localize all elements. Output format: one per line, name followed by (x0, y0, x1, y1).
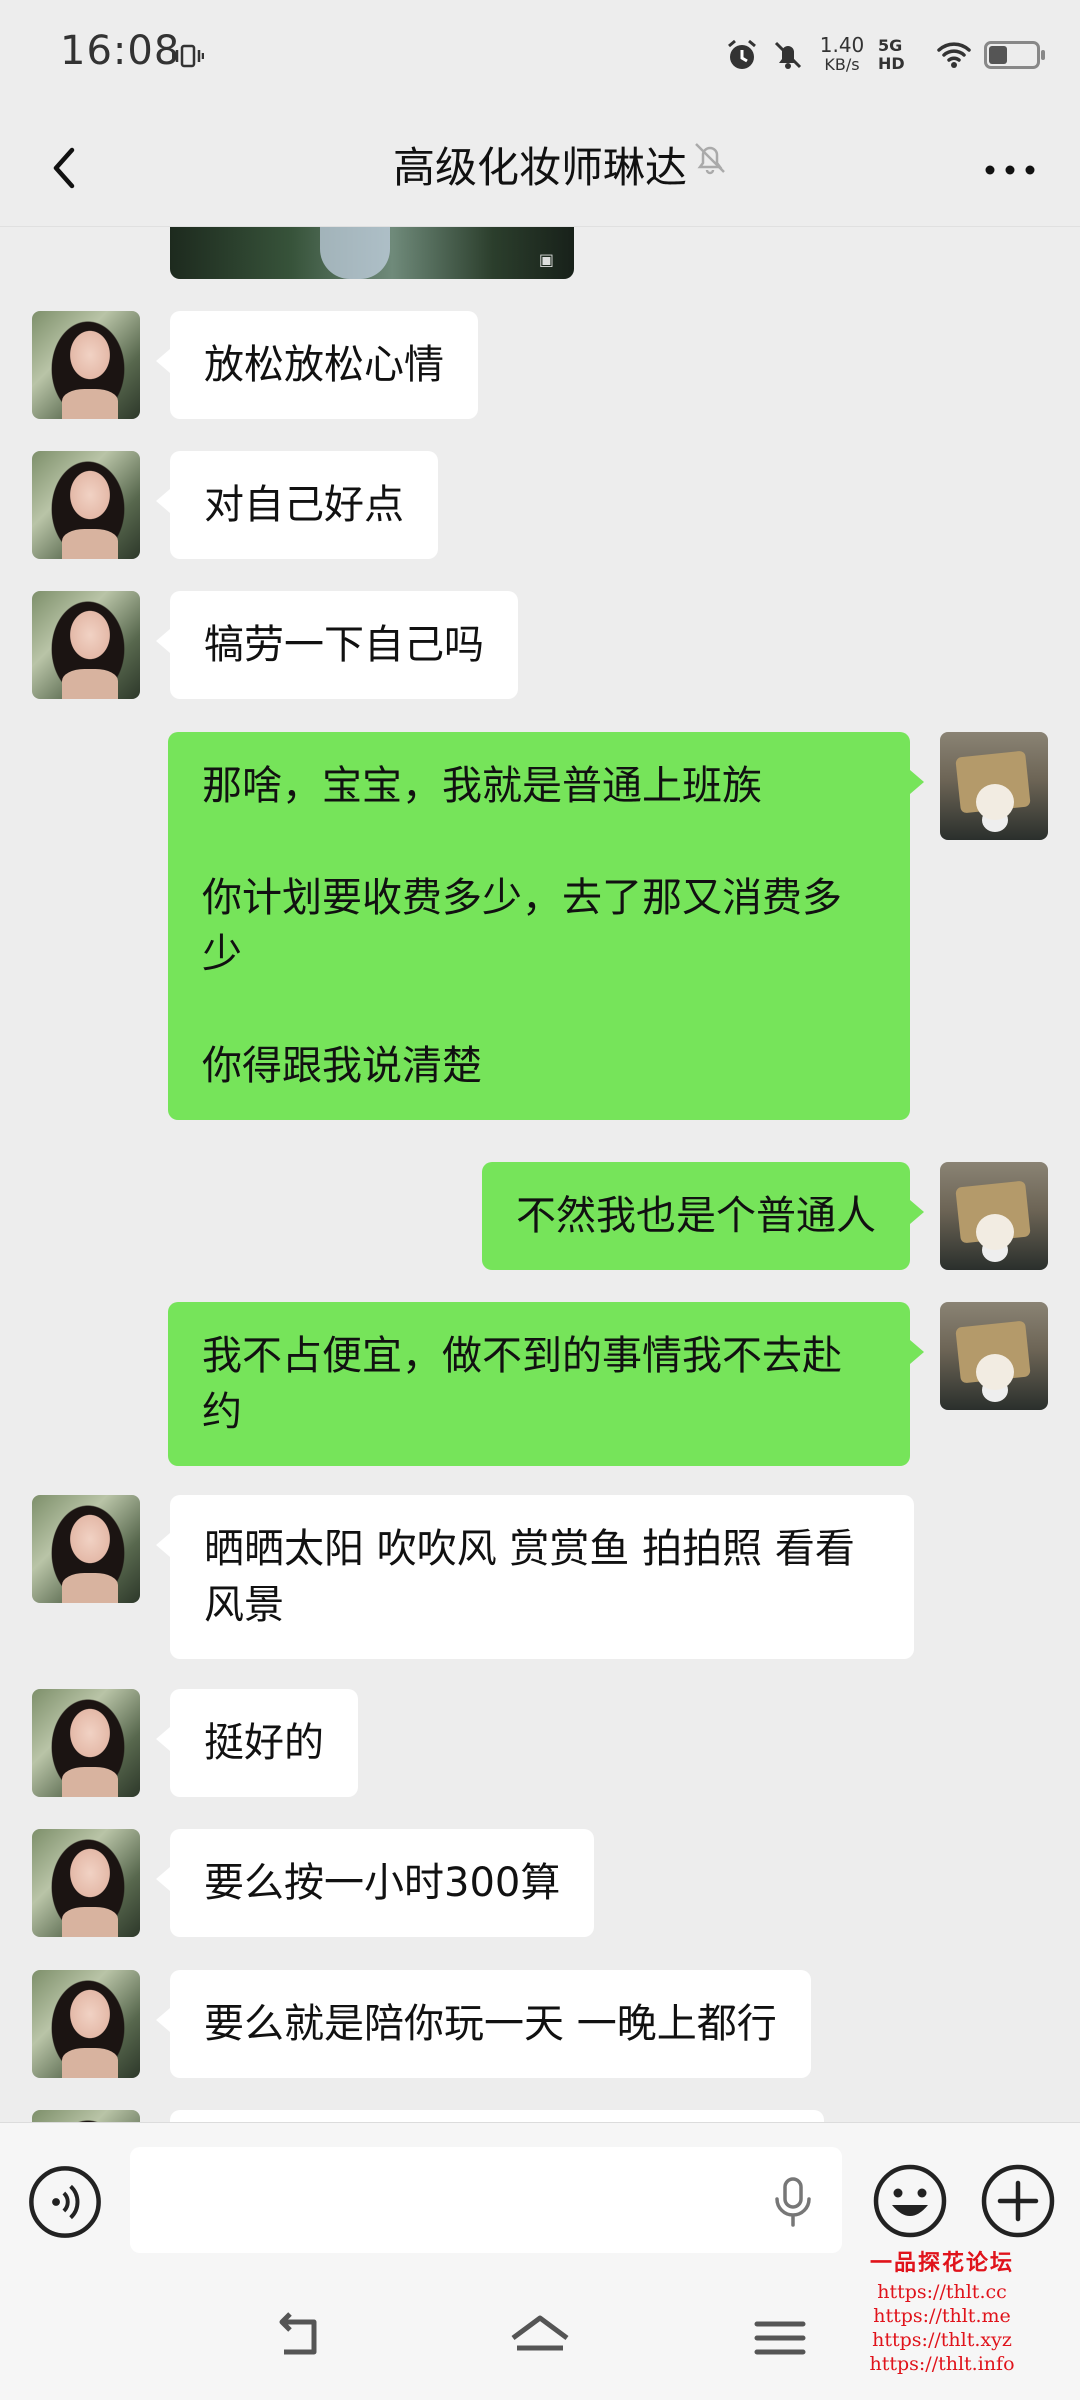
net-speed-value: 1.40 (819, 33, 865, 57)
watermark-link: https://thlt.info (869, 2353, 1015, 2375)
plus-icon[interactable] (978, 2161, 1058, 2241)
vibrate-icon (172, 44, 204, 68)
microphone-icon[interactable] (770, 2175, 816, 2229)
message-bubble-incoming[interactable]: 犒劳一下自己吗 (156, 591, 518, 699)
nav-back-icon[interactable] (264, 2308, 334, 2368)
contact-avatar[interactable] (32, 1970, 140, 2078)
self-avatar[interactable] (940, 732, 1048, 840)
message-bubble-outgoing[interactable]: 不然我也是个普通人 (482, 1162, 924, 1270)
message-bubble-partial[interactable] (170, 2110, 824, 2122)
status-time: 16:08 (60, 28, 181, 74)
message-list[interactable]: ▣ 放松放松心情 对自己好点 犒劳一下自己吗 那啥，宝宝，我就是普通上班族 你计… (0, 227, 1080, 2122)
contact-avatar[interactable] (32, 1495, 140, 1603)
more-dots-icon[interactable] (980, 150, 1040, 190)
image-badge: ▣ (538, 250, 554, 269)
net-type-label: 5G HD (878, 36, 905, 73)
message-bubble-incoming[interactable]: 挺好的 (156, 1689, 358, 1797)
bell-off-status-icon (774, 41, 802, 69)
message-bubble-outgoing[interactable]: 我不占便宜，做不到的事情我不去赴约 (168, 1302, 924, 1466)
bell-off-icon (695, 143, 725, 175)
net-speed: 1.40 KB/s (816, 35, 868, 75)
contact-avatar[interactable] (32, 451, 140, 559)
message-bubble-incoming[interactable]: 要么就是陪你玩一天 一晚上都行 (156, 1970, 811, 2078)
watermark-link: https://thlt.me (873, 2305, 1011, 2327)
self-avatar[interactable] (940, 1302, 1048, 1410)
battery-icon (984, 41, 1045, 69)
contact-avatar[interactable] (32, 1689, 140, 1797)
message-bubble-incoming[interactable]: 晒晒太阳 吹吹风 赏赏鱼 拍拍照 看看风景 (156, 1495, 914, 1659)
contact-avatar[interactable] (32, 591, 140, 699)
alarm-icon (728, 39, 756, 69)
message-bubble-incoming[interactable]: 放松放松心情 (156, 311, 478, 419)
title-bar: 高级化妆师琳达 (0, 110, 1080, 227)
image-message[interactable]: ▣ (170, 227, 574, 279)
emoji-icon[interactable] (870, 2161, 950, 2241)
message-bubble-incoming[interactable]: 对自己好点 (156, 451, 438, 559)
chat-screen: 16:08 1.40 KB/s 5G HD 高级化妆师琳达 ▣ 放松放松心情 对… (0, 0, 1080, 2400)
contact-avatar[interactable] (32, 2110, 140, 2122)
watermark-link: https://thlt.xyz (872, 2329, 1012, 2351)
contact-avatar[interactable] (32, 1829, 140, 1937)
message-input[interactable] (130, 2147, 842, 2253)
net-speed-unit: KB/s (824, 55, 860, 74)
message-bubble-incoming[interactable]: 要么按一小时300算 (155, 1829, 595, 1937)
voice-icon[interactable] (28, 2165, 102, 2239)
wifi-icon (937, 42, 971, 68)
watermark: 一品探花论坛 https://thlt.cc https://thlt.me h… (852, 2246, 1032, 2376)
message-bubble-outgoing[interactable]: 那啥，宝宝，我就是普通上班族 你计划要收费多少，去了那又消费多少 你得跟我说清楚 (168, 732, 924, 1120)
nav-menu-icon[interactable] (745, 2308, 815, 2368)
chat-title: 高级化妆师琳达 (392, 143, 687, 192)
status-right-group: 1.40 KB/s 5G HD (724, 30, 1045, 80)
nav-home-icon[interactable] (505, 2308, 575, 2368)
status-bar: 16:08 1.40 KB/s 5G HD (0, 0, 1080, 110)
self-avatar[interactable] (940, 1162, 1048, 1270)
contact-avatar[interactable] (32, 311, 140, 419)
watermark-link: https://thlt.cc (877, 2281, 1007, 2303)
watermark-title: 一品探花论坛 (869, 2250, 1014, 2276)
